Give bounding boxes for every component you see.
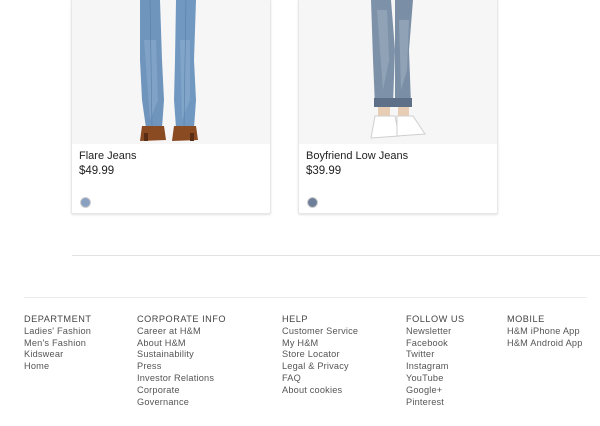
footer-link[interactable]: Instagram (406, 361, 465, 373)
footer-link[interactable]: Pinterest (406, 397, 465, 409)
footer-heading: DEPARTMENT (24, 314, 92, 324)
footer-link[interactable]: Legal & Privacy (282, 361, 358, 373)
footer-link[interactable]: H&M Android App (507, 338, 583, 350)
footer-link[interactable]: YouTube (406, 373, 465, 385)
footer-link[interactable]: Newsletter (406, 326, 465, 338)
footer-link[interactable]: Corporate (137, 385, 226, 397)
color-swatch[interactable] (80, 197, 91, 208)
footer-link[interactable]: Home (24, 361, 91, 373)
footer-link[interactable]: Investor Relations (137, 373, 226, 385)
product-name[interactable]: Flare Jeans (79, 150, 136, 162)
footer-link[interactable]: Governance (137, 397, 226, 409)
footer-link[interactable]: About cookies (282, 385, 358, 397)
footer-column-follow-us: FOLLOW US Newsletter Facebook Twitter In… (406, 314, 465, 408)
product-name[interactable]: Boyfriend Low Jeans (306, 150, 408, 162)
footer-link[interactable]: My H&M (282, 338, 358, 350)
footer-column-help: HELP Customer Service My H&M Store Locat… (282, 314, 358, 397)
footer-heading: CORPORATE INFO (137, 314, 227, 324)
footer-link[interactable]: Store Locator (282, 349, 358, 361)
product-image-boyfriend-low-jeans[interactable] (299, 0, 497, 144)
footer-heading: FOLLOW US (406, 314, 465, 324)
product-price: $49.99 (79, 165, 115, 177)
footer-column-mobile: MOBILE H&M iPhone App H&M Android App (507, 314, 583, 349)
footer-heading: HELP (282, 314, 309, 324)
footer-link[interactable]: FAQ (282, 373, 358, 385)
product-card-flare-jeans[interactable]: Flare Jeans $49.99 (71, 0, 271, 214)
product-card-boyfriend-low-jeans[interactable]: Boyfriend Low Jeans $39.99 (298, 0, 498, 214)
color-swatch[interactable] (307, 197, 318, 208)
footer-divider (24, 297, 587, 298)
footer-link[interactable]: Customer Service (282, 326, 358, 338)
footer-link[interactable]: About H&M (137, 338, 226, 350)
footer-column-department: DEPARTMENT Ladies' Fashion Men's Fashion… (24, 314, 91, 373)
footer-link[interactable]: Sustainability (137, 349, 226, 361)
product-price: $39.99 (306, 165, 342, 177)
footer-heading: MOBILE (507, 314, 545, 324)
footer-link[interactable]: H&M iPhone App (507, 326, 583, 338)
footer-column-corporate-info: CORPORATE INFO Career at H&M About H&M S… (137, 314, 226, 408)
footer-link[interactable]: Ladies' Fashion (24, 326, 91, 338)
section-divider (72, 255, 600, 256)
footer-link[interactable]: Twitter (406, 349, 465, 361)
footer-link[interactable]: Press (137, 361, 226, 373)
footer-link[interactable]: Men's Fashion (24, 338, 91, 350)
product-image-flare-jeans[interactable] (72, 0, 270, 144)
footer-link[interactable]: Kidswear (24, 349, 91, 361)
footer-link[interactable]: Google+ (406, 385, 465, 397)
footer-link[interactable]: Career at H&M (137, 326, 226, 338)
footer-link[interactable]: Facebook (406, 338, 465, 350)
